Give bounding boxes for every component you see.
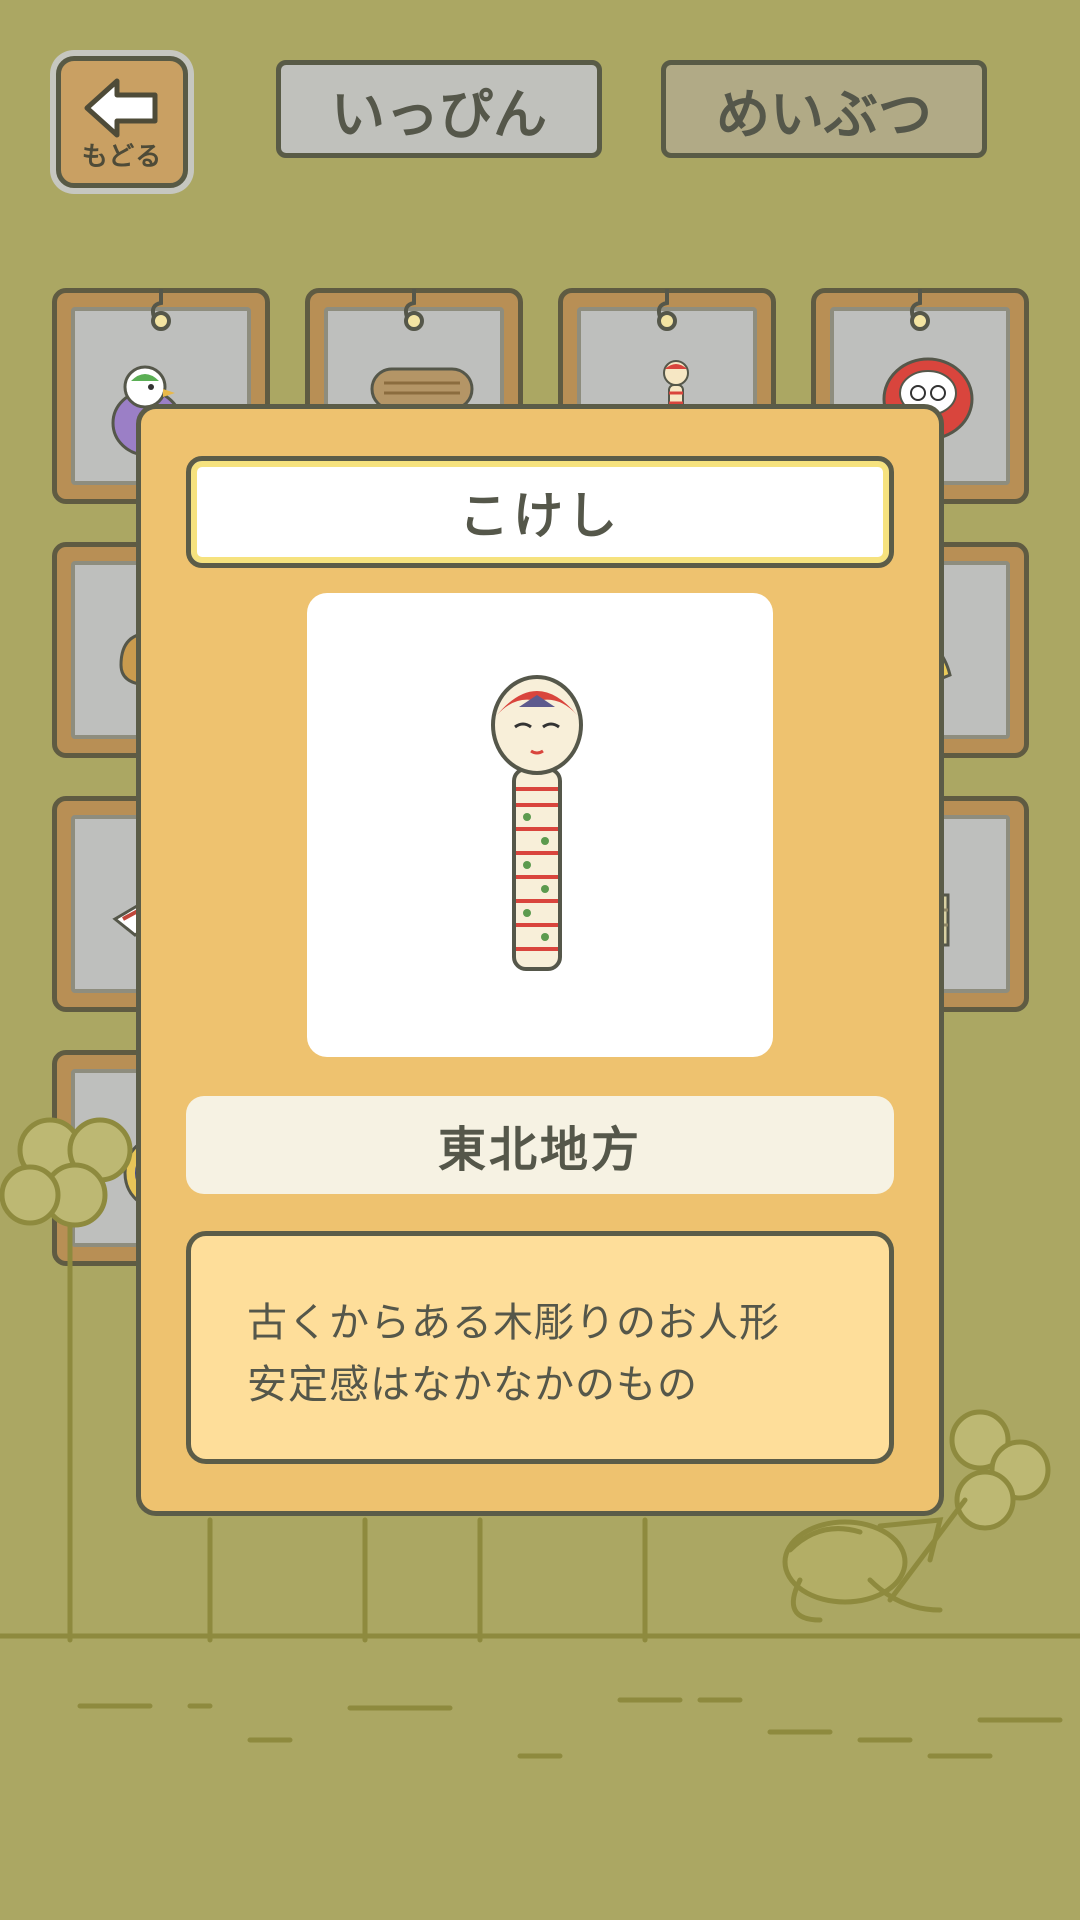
hook-icon (150, 289, 171, 331)
tab-specialties[interactable]: めいぶつ (661, 60, 987, 158)
hook-icon (909, 289, 930, 331)
hook-icon (403, 289, 424, 331)
kokeshi-doll-icon (491, 675, 583, 971)
back-arrow-icon (84, 78, 158, 138)
item-image-frame (307, 593, 773, 1057)
back-button[interactable]: もどる (56, 56, 188, 188)
back-label: もどる (81, 142, 163, 172)
tab-items[interactable]: いっぴん (276, 60, 602, 158)
item-title: こけし (186, 456, 894, 568)
item-region: 東北地方 (186, 1096, 894, 1194)
description-line-2: 安定感はなかなかのもの (247, 1362, 698, 1408)
item-description: 古くからある木彫りのお人形 安定感はなかなかのもの (186, 1231, 894, 1464)
description-line-1: 古くからある木彫りのお人形 (247, 1300, 780, 1346)
hook-icon (656, 289, 677, 331)
